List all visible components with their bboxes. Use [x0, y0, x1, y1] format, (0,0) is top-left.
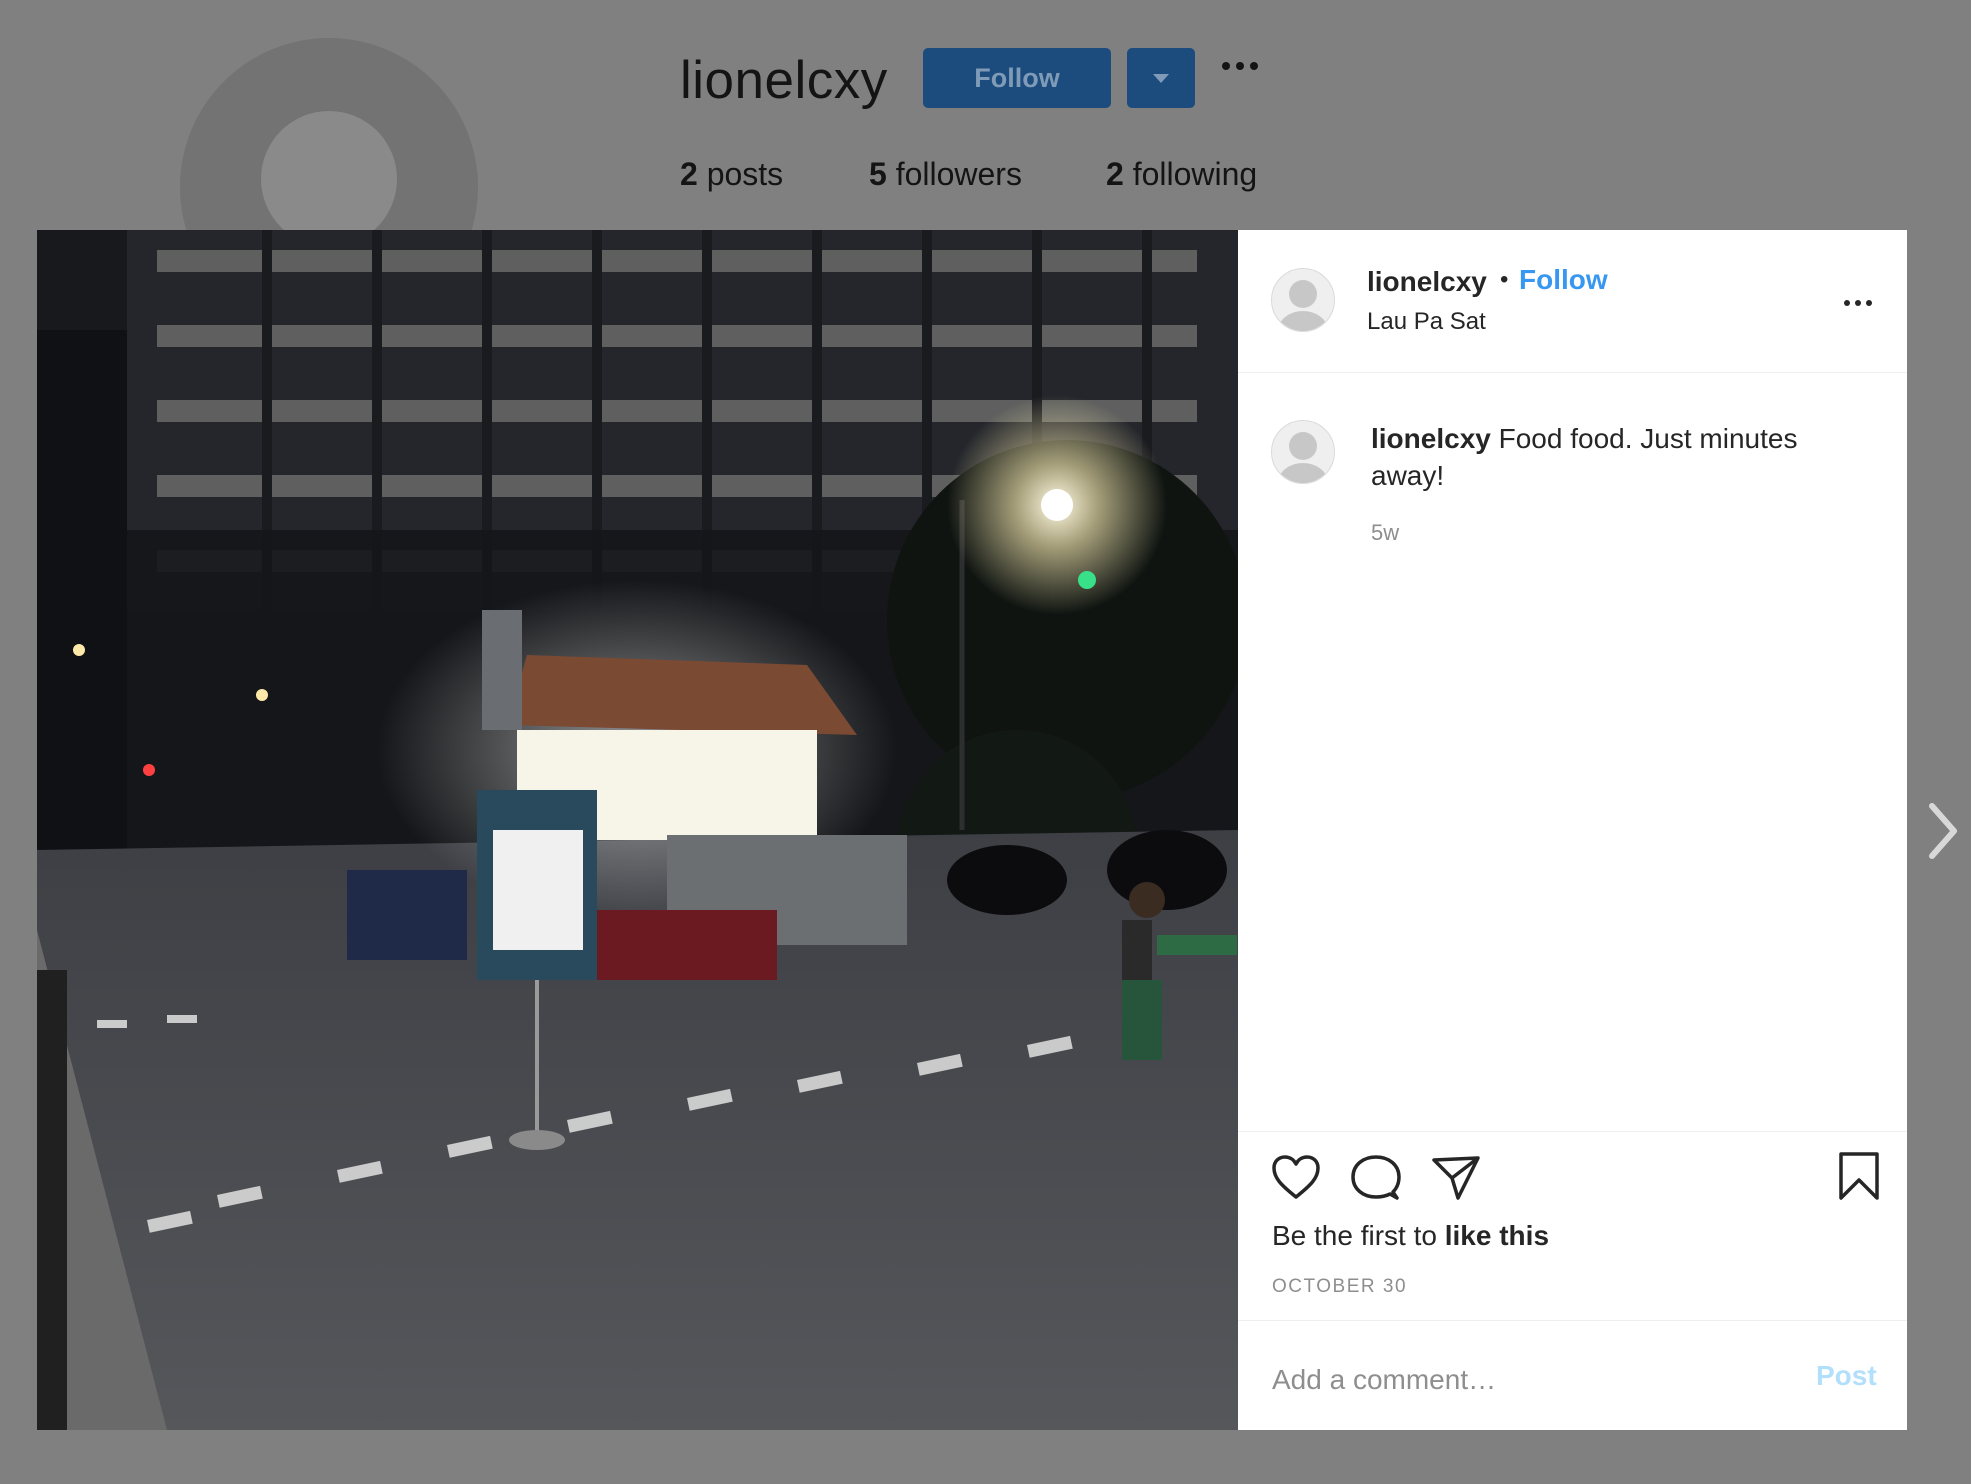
- comment-input[interactable]: [1272, 1358, 1792, 1402]
- post-photo[interactable]: [37, 230, 1238, 1430]
- profile-follow-button[interactable]: Follow: [923, 48, 1111, 108]
- comment-icon[interactable]: [1351, 1154, 1401, 1202]
- header-divider: [1238, 372, 1907, 373]
- post-date: OCTOBER 30: [1272, 1276, 1408, 1297]
- likes-text: Be the first to like this: [1272, 1220, 1550, 1251]
- night-street-food-stall-photo: [37, 230, 1238, 1430]
- actions-divider: [1238, 1131, 1907, 1132]
- post-caption: lionelcxy Food food. Just minutes away!: [1371, 420, 1851, 494]
- caption-time: 5w: [1371, 520, 1400, 545]
- profile-dropdown-button[interactable]: [1127, 48, 1195, 108]
- post-location[interactable]: Lau Pa Sat: [1367, 308, 1486, 336]
- post-comment-button[interactable]: Post: [1816, 1360, 1877, 1392]
- stat-posts[interactable]: 2 posts: [680, 156, 783, 193]
- profile-username: lionelcxy: [680, 51, 888, 110]
- like-this-link[interactable]: like this: [1445, 1220, 1549, 1251]
- post-author-username[interactable]: lionelcxy: [1367, 266, 1487, 298]
- post-more-icon[interactable]: [1844, 300, 1872, 306]
- chevron-right-icon[interactable]: [1926, 800, 1960, 862]
- separator-dot: •: [1500, 266, 1509, 293]
- stat-following[interactable]: 2 following: [1106, 156, 1257, 193]
- caption-avatar[interactable]: [1271, 420, 1335, 484]
- share-icon[interactable]: [1431, 1155, 1481, 1201]
- heart-icon[interactable]: [1271, 1154, 1321, 1200]
- post-follow-button[interactable]: Follow: [1519, 264, 1608, 296]
- stat-followers[interactable]: 5 followers: [869, 156, 1022, 193]
- post-panel: lionelcxy • Follow Lau Pa Sat lionelcxy …: [1238, 230, 1907, 1430]
- bookmark-icon[interactable]: [1838, 1151, 1880, 1201]
- post-author-avatar[interactable]: [1271, 268, 1335, 332]
- caption-username[interactable]: lionelcxy: [1371, 423, 1491, 454]
- profile-more-icon[interactable]: [1222, 62, 1258, 70]
- chevron-down-icon: [1153, 73, 1169, 83]
- comment-divider: [1238, 1320, 1907, 1321]
